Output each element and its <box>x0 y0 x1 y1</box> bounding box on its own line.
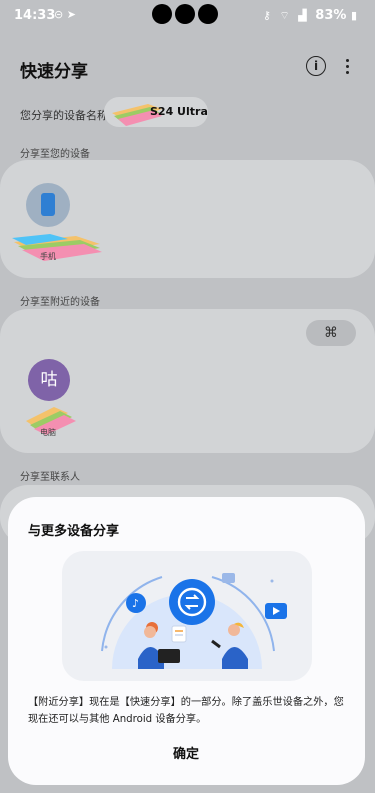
send-icon: ➤ <box>66 8 76 21</box>
vpn-key-icon: ⚷ <box>262 9 271 22</box>
nearby-devices-card: ⌘ 咕 电脑 <box>0 309 375 453</box>
dialog-body: 【附近分享】现在是【快速分享】的一部分。除了盖乐世设备之外，您现在还可以与其他 … <box>28 697 344 725</box>
device-name-label: 您分享的设备名称 <box>20 109 108 122</box>
info-icon[interactable]: i <box>306 56 326 76</box>
section-label-own-devices: 分享至您的设备 <box>20 149 90 160</box>
nearby-device-avatar[interactable]: 咕 <box>28 359 70 401</box>
battery-icon: ▮ <box>350 9 357 22</box>
battery-level: 83% <box>315 8 347 23</box>
dialog-title: 与更多设备分享 <box>28 524 120 539</box>
image-icon <box>222 573 235 583</box>
more-vert-icon[interactable] <box>340 56 354 76</box>
device-name-value: S24 Ultra <box>150 105 208 118</box>
share-illustration: ♪ <box>62 551 312 681</box>
device-name-chip[interactable]: S24 Ultra <box>104 97 208 127</box>
device-label-overlay <box>12 234 102 261</box>
quick-share-icon <box>169 579 215 625</box>
signal-icon: ▟ <box>298 9 307 22</box>
app-title: 快速分享 <box>20 62 88 82</box>
confirm-button[interactable]: 确定 <box>128 741 244 769</box>
notification-icons: ⊝ ➤ <box>54 8 76 21</box>
status-time: 14:33 <box>14 8 56 23</box>
qr-code-button[interactable]: ⌘ <box>306 320 356 346</box>
phone-device-avatar[interactable] <box>26 183 70 227</box>
share-more-dialog: 与更多设备分享 ♪ 【附近分享】现在是【快速分享】的一部分。除了盖乐世设备之外，… <box>8 497 365 785</box>
message-icon: ⊝ <box>54 8 64 21</box>
nearby-device-caption: 电脑 <box>40 428 56 437</box>
qr-code-icon: ⌘ <box>324 325 338 341</box>
phone-device-caption: 手机 <box>40 252 56 261</box>
status-bar: 14:33 ⊝ ➤ ⚷ ⌔ ▟ 83% ▮ <box>0 0 375 32</box>
section-label-contacts: 分享至联系人 <box>20 472 80 483</box>
own-devices-card: 手机 <box>0 160 375 278</box>
phone-icon <box>41 193 55 216</box>
wifi-icon: ⌔ <box>279 9 290 22</box>
svg-text:♪: ♪ <box>132 597 139 610</box>
status-right: ⚷ ⌔ ▟ 83% ▮ <box>263 8 361 23</box>
camera-cutout <box>152 4 221 28</box>
section-label-nearby-devices: 分享至附近的设备 <box>20 297 100 308</box>
